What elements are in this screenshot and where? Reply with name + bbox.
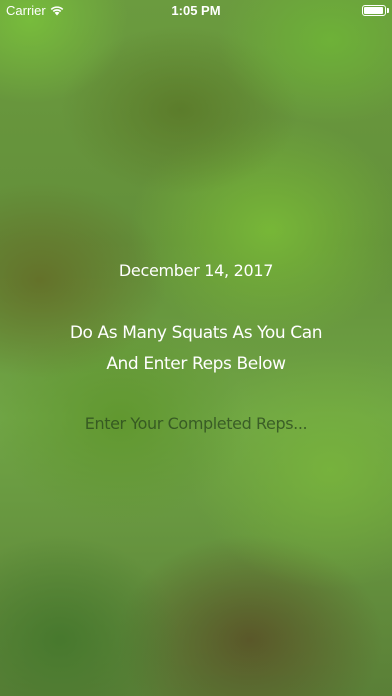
status-time: 1:05 PM xyxy=(171,3,221,18)
workout-date: December 14, 2017 xyxy=(118,261,274,280)
status-bar: Carrier 1:05 PM xyxy=(0,0,392,22)
completed-reps-input[interactable] xyxy=(46,408,346,438)
workout-instructions: Do As Many Squats As You Can And Enter R… xyxy=(0,318,392,380)
instruction-line-1: Do As Many Squats As You Can xyxy=(69,323,323,343)
battery-icon xyxy=(362,5,389,16)
instruction-line-2: And Enter Reps Below xyxy=(106,354,286,374)
